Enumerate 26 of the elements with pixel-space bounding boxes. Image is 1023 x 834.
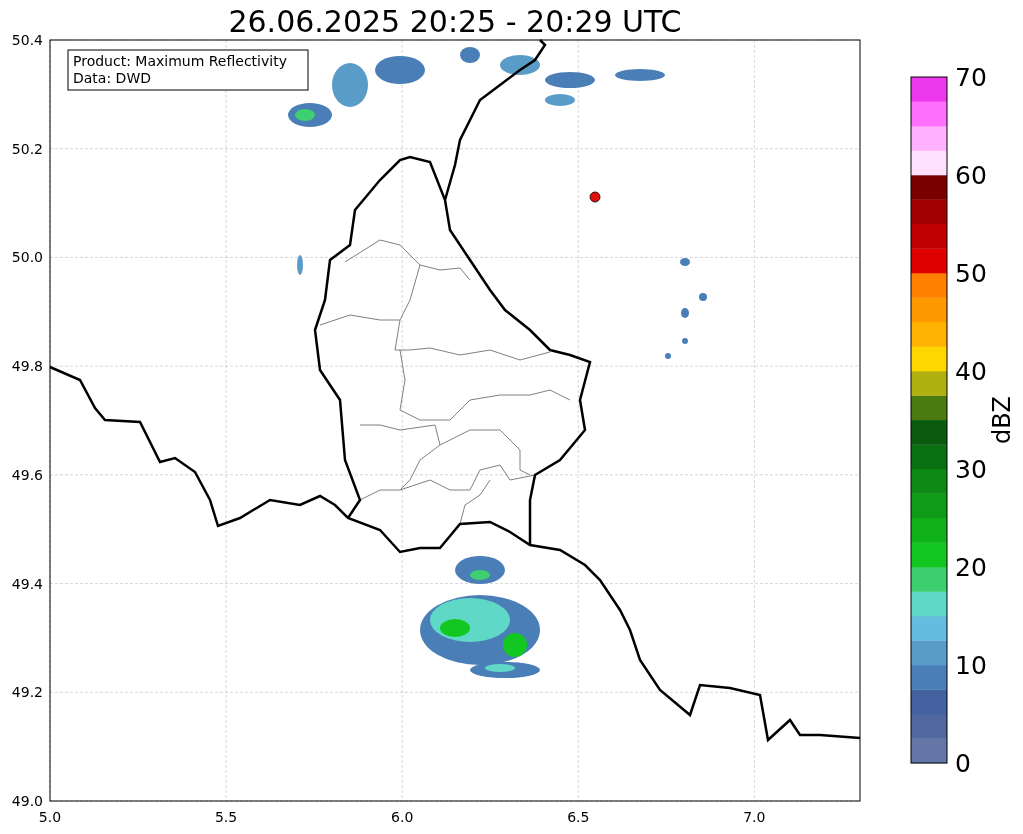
axis-tick-label: 50.4 — [11, 32, 43, 48]
axis-tick-label: 49.6 — [11, 466, 43, 483]
axis-tick-label: 6.0 — [391, 809, 414, 825]
colorbar-tick-label: 20 — [955, 553, 987, 582]
colorbar-tick-label: 0 — [955, 749, 971, 778]
axis-tick-label: 49.8 — [11, 358, 43, 375]
chart-title: 26.06.2025 20:25 - 20:29 UTC — [228, 4, 682, 39]
axis-tick-label: 6.5 — [567, 809, 590, 825]
colorbar-tick-label: 40 — [955, 357, 987, 386]
axis-tick-label: 7.0 — [743, 809, 766, 825]
colorbar-tick-label: 60 — [955, 161, 987, 190]
colorbar-tick-label: 50 — [955, 259, 987, 288]
colorbar-tick-label: 70 — [955, 63, 987, 92]
info-text: Data: DWD — [73, 70, 151, 86]
colorbar-tick-label: 30 — [955, 455, 987, 484]
axis-tick-label: 50.2 — [11, 140, 43, 157]
axis-tick-label: 49.2 — [11, 684, 43, 701]
colorbar-tick-label: 10 — [955, 651, 987, 680]
axis-tick-label: 5.0 — [38, 809, 62, 825]
axis-tick-label: 50.0 — [11, 249, 43, 266]
location-marker — [589, 191, 601, 203]
colorbar-label: dBZ — [988, 395, 1016, 445]
info-text: Product: Maximum Reflectivity — [73, 53, 287, 69]
axis-tick-label: 5.5 — [214, 809, 238, 825]
axis-tick-label: 49.4 — [11, 575, 43, 592]
axis-tick-label: 49.0 — [11, 793, 43, 809]
